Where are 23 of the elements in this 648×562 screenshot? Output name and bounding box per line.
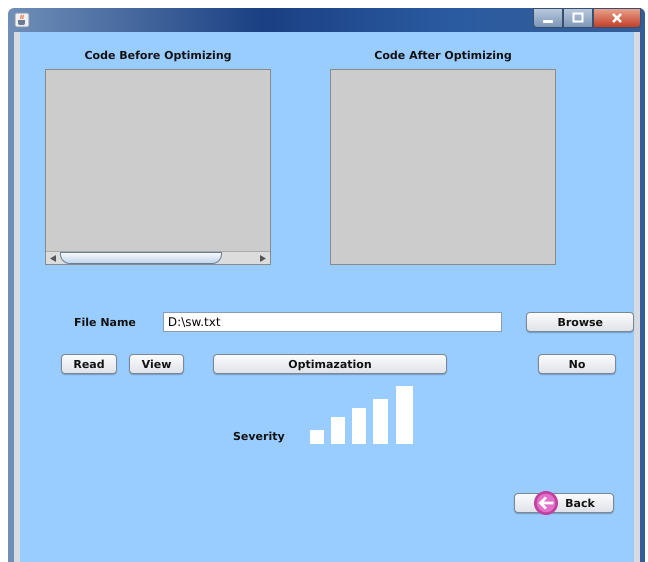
severity-label: Severity	[233, 430, 285, 443]
severity-bars-icon	[310, 386, 413, 444]
scroll-right-icon[interactable]	[260, 254, 266, 262]
close-button[interactable]	[593, 8, 641, 28]
scroll-left-icon[interactable]	[50, 254, 56, 262]
file-name-field[interactable]: D:\sw.txt	[162, 312, 502, 332]
panel-title: Code After Optimizing	[374, 49, 512, 62]
browse-button[interactable]: Browse	[526, 312, 634, 332]
minimize-icon	[543, 20, 553, 22]
back-button[interactable]: Back	[514, 493, 614, 513]
coffee-cup-icon	[14, 12, 30, 28]
action-button[interactable]: View	[129, 354, 184, 374]
file-name-label: File Name	[74, 316, 136, 328]
minimize-button[interactable]	[533, 8, 563, 28]
maximize-icon	[572, 12, 584, 24]
maximize-button[interactable]	[563, 8, 593, 28]
horizontal-scrollbar[interactable]	[46, 251, 270, 264]
code-text-area[interactable]	[45, 69, 271, 265]
action-button[interactable]: No	[538, 354, 616, 374]
action-button[interactable]: Read	[61, 354, 117, 374]
panel-title: Code Before Optimizing	[84, 49, 232, 62]
action-button[interactable]: Optimazation	[213, 354, 447, 374]
close-icon	[611, 12, 623, 24]
